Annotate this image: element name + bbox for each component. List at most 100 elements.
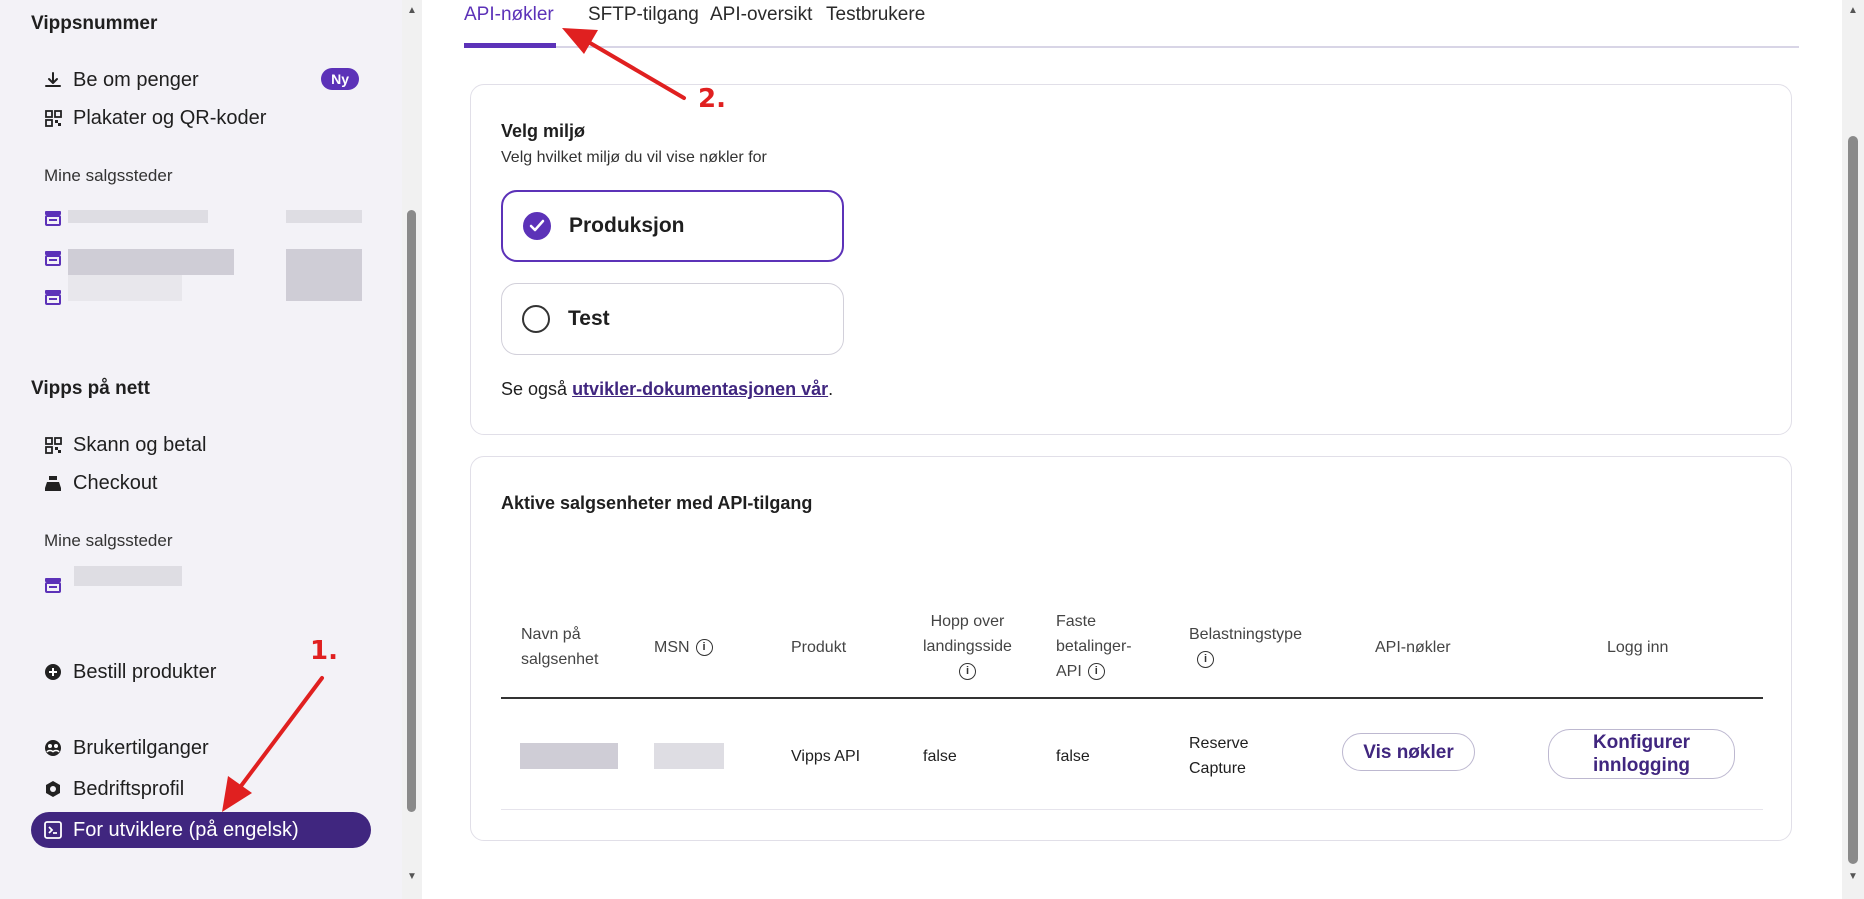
redacted-text bbox=[286, 210, 362, 223]
cell-faste-betalinger: false bbox=[1056, 748, 1090, 765]
see-also-text: Se også utvikler-dokumentasjonen vår. bbox=[501, 379, 833, 400]
environment-option-test[interactable]: Test bbox=[501, 283, 844, 355]
header-line: salgsenhet bbox=[521, 651, 599, 668]
column-header-hopp-over: Hopp over landingsside i bbox=[923, 609, 1012, 684]
tab-testbrukere[interactable]: Testbrukere bbox=[826, 4, 925, 26]
cell-produkt: Vipps API bbox=[791, 748, 861, 765]
annotation-step-1: 1. bbox=[310, 636, 338, 666]
header-line: betalinger- bbox=[1056, 638, 1132, 655]
header-line: MSN bbox=[654, 639, 690, 656]
sidebar-item-label: Skann og betal bbox=[73, 433, 207, 456]
store-icon bbox=[44, 289, 62, 305]
sidebar: Vippsnummer Be om penger Ny Plakater og … bbox=[0, 0, 402, 899]
store-icon bbox=[44, 577, 62, 593]
header-line: Navn på bbox=[521, 626, 581, 643]
main-content: API-nøkler SFTP-tilgang API-oversikt Tes… bbox=[422, 0, 1842, 899]
plus-circle-icon bbox=[43, 662, 63, 682]
store-item[interactable] bbox=[44, 210, 62, 226]
sidebar-item-checkout[interactable]: Checkout bbox=[31, 463, 371, 503]
scroll-up-arrow-icon[interactable]: ▲ bbox=[406, 5, 418, 17]
sidebar-item-label: Bestill produkter bbox=[73, 660, 217, 683]
environment-card: Velg miljø Velg hvilket miljø du vil vis… bbox=[470, 84, 1792, 435]
header-line: Belastningstype bbox=[1189, 626, 1302, 643]
scroll-down-arrow-icon[interactable]: ▼ bbox=[1847, 871, 1859, 883]
section-heading-vipps-pa-nett: Vipps på nett bbox=[31, 378, 150, 399]
sales-units-title: Aktive salgsenheter med API-tilgang bbox=[501, 493, 813, 513]
column-header-navn: Navn på salgsenhet bbox=[521, 622, 598, 672]
button-line: innlogging bbox=[1592, 755, 1691, 776]
scrollbar-thumb[interactable] bbox=[407, 210, 416, 812]
sidebar-item-plakater[interactable]: Plakater og QR-koder bbox=[31, 98, 371, 138]
column-header-belastningstype: Belastningstype i bbox=[1189, 622, 1302, 672]
environment-title: Velg miljø bbox=[501, 121, 586, 141]
sidebar-item-skann-og-betal[interactable]: Skann og betal bbox=[31, 425, 371, 465]
option-label: Produksjon bbox=[569, 214, 685, 237]
store-item[interactable] bbox=[44, 289, 62, 305]
qr-code-icon bbox=[43, 435, 63, 455]
qr-code-icon bbox=[43, 108, 63, 128]
redacted-text bbox=[68, 275, 182, 301]
active-tab-indicator bbox=[464, 43, 556, 48]
cell-belastningstype: Reserve Capture bbox=[1189, 731, 1249, 781]
sidebar-item-label: Checkout bbox=[73, 471, 158, 494]
sidebar-item-for-utviklere[interactable]: For utviklere (på engelsk) bbox=[31, 812, 371, 848]
cell-line: Reserve bbox=[1189, 735, 1249, 752]
tab-api-nokler[interactable]: API-nøkler bbox=[464, 4, 554, 26]
column-header-msn: MSN i bbox=[654, 635, 713, 660]
sidebar-item-bedriftsprofil[interactable]: Bedriftsprofil bbox=[31, 769, 371, 809]
cash-register-icon bbox=[43, 473, 63, 493]
users-icon bbox=[43, 738, 63, 758]
redacted-text bbox=[68, 249, 234, 275]
tab-sftp-tilgang[interactable]: SFTP-tilgang bbox=[588, 4, 699, 26]
tab-bar: API-nøkler SFTP-tilgang API-oversikt Tes… bbox=[464, 0, 1799, 48]
vis-nokler-button[interactable]: Vis nøkler bbox=[1342, 733, 1475, 771]
info-icon[interactable]: i bbox=[958, 663, 976, 681]
column-header-api-nokler: API-nøkler bbox=[1375, 635, 1451, 660]
option-label: Test bbox=[568, 307, 610, 330]
redacted-msn-cell bbox=[654, 743, 724, 769]
see-also-prefix: Se også bbox=[501, 379, 573, 399]
header-line: Hopp over bbox=[930, 613, 1005, 630]
environment-option-produksjon[interactable]: Produksjon bbox=[501, 190, 844, 262]
header-line: Logg inn bbox=[1607, 639, 1669, 656]
header-line: API-nøkler bbox=[1375, 639, 1451, 656]
store-item[interactable] bbox=[44, 250, 62, 266]
developer-docs-link[interactable]: utvikler-dokumentasjonen vår bbox=[572, 379, 828, 399]
sales-units-card: Aktive salgsenheter med API-tilgang Navn… bbox=[470, 456, 1792, 841]
store-icon bbox=[44, 210, 62, 226]
scroll-down-arrow-icon[interactable]: ▼ bbox=[406, 871, 418, 883]
info-icon[interactable]: i bbox=[1087, 663, 1105, 681]
sidebar-scrollbar[interactable]: ▲ ▼ bbox=[402, 0, 422, 899]
tab-api-oversikt[interactable]: API-oversikt bbox=[710, 4, 812, 26]
column-header-faste-betalinger: Faste betalinger- API i bbox=[1056, 609, 1132, 684]
scroll-up-arrow-icon[interactable]: ▲ bbox=[1847, 5, 1859, 17]
mine-salgssteder-label: Mine salgssteder bbox=[44, 166, 173, 185]
sidebar-item-be-om-penger[interactable]: Be om penger Ny bbox=[31, 60, 371, 100]
radio-circle-icon bbox=[522, 305, 550, 333]
info-icon[interactable]: i bbox=[1197, 651, 1214, 669]
cell-line: Capture bbox=[1189, 760, 1246, 777]
environment-subtitle: Velg hvilket miljø du vil vise nøkler fo… bbox=[501, 149, 767, 166]
hexagon-icon bbox=[43, 779, 63, 799]
sidebar-item-label: Bedriftsprofil bbox=[73, 777, 185, 800]
sidebar-item-label: For utviklere (på engelsk) bbox=[73, 818, 299, 841]
sidebar-item-label: Brukertilganger bbox=[73, 736, 209, 759]
sidebar-item-brukertilganger[interactable]: Brukertilganger bbox=[31, 728, 371, 768]
section-heading-vippsnummer: Vippsnummer bbox=[31, 13, 158, 34]
header-line: API bbox=[1056, 663, 1082, 680]
new-badge: Ny bbox=[321, 68, 359, 90]
header-line: Produkt bbox=[791, 639, 847, 656]
download-icon bbox=[43, 70, 63, 90]
store-item[interactable] bbox=[44, 577, 62, 593]
sidebar-item-label: Be om penger bbox=[73, 68, 199, 91]
redacted-name-cell bbox=[520, 743, 618, 769]
info-icon[interactable]: i bbox=[695, 639, 713, 657]
button-line: Konfigurer bbox=[1592, 732, 1691, 753]
redacted-text bbox=[286, 249, 362, 301]
main-scrollbar[interactable]: ▲ ▼ bbox=[1842, 0, 1864, 899]
konfigurer-innlogging-button[interactable]: Konfigurer innlogging bbox=[1548, 729, 1735, 779]
see-also-suffix: . bbox=[828, 379, 834, 399]
scrollbar-thumb[interactable] bbox=[1848, 136, 1858, 864]
table-header-divider bbox=[501, 697, 1763, 699]
sidebar-item-label: Plakater og QR-koder bbox=[73, 106, 267, 129]
